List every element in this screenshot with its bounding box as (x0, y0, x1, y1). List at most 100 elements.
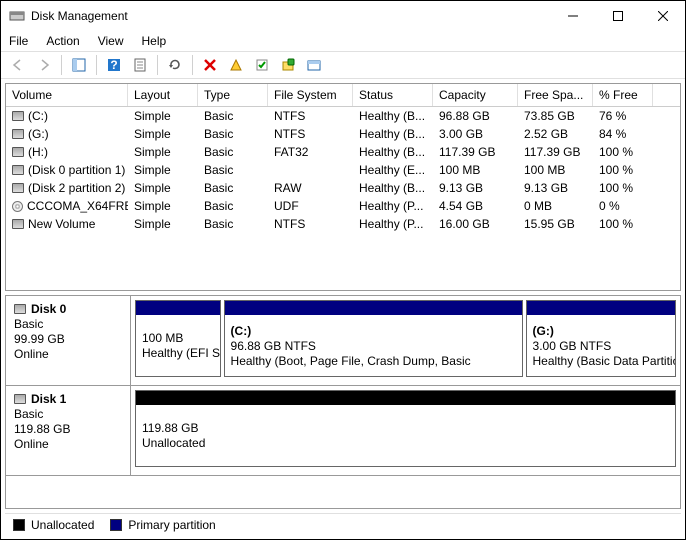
partition-size: 96.88 GB NTFS (231, 339, 516, 353)
partition-bar (225, 301, 522, 315)
partition[interactable]: (G:)3.00 GB NTFSHealthy (Basic Data Part… (526, 300, 676, 377)
volume-row[interactable]: (Disk 0 partition 1)SimpleBasicHealthy (… (6, 161, 680, 179)
volume-row[interactable]: New VolumeSimpleBasicNTFSHealthy (P...16… (6, 215, 680, 233)
menubar: File Action View Help (1, 31, 685, 51)
partition[interactable]: 119.88 GBUnallocated (135, 390, 676, 467)
menu-action[interactable]: Action (46, 34, 79, 48)
disk-name: Disk 1 (31, 392, 66, 406)
volume-row[interactable]: (G:)SimpleBasicNTFSHealthy (B...3.00 GB2… (6, 125, 680, 143)
cell: NTFS (268, 108, 353, 124)
volume-row[interactable]: CCCOMA_X64FRE...SimpleBasicUDFHealthy (P… (6, 197, 680, 215)
cell: Basic (198, 126, 268, 142)
forward-button[interactable] (33, 54, 55, 76)
delete-button[interactable] (199, 54, 221, 76)
cell: Simple (128, 198, 198, 214)
cell: 100 % (593, 162, 653, 178)
drive-icon (12, 129, 24, 139)
legend-label: Unallocated (31, 518, 94, 532)
cell: NTFS (268, 216, 353, 232)
partition-bar (527, 301, 675, 315)
cell: 100 % (593, 216, 653, 232)
cell: RAW (268, 180, 353, 196)
cell: 2.52 GB (518, 126, 593, 142)
dvd-icon (12, 201, 23, 212)
column-header[interactable]: File System (268, 84, 353, 106)
column-header[interactable]: % Free (593, 84, 653, 106)
action-button-1[interactable] (225, 54, 247, 76)
disk-icon (14, 394, 26, 404)
menu-help[interactable]: Help (142, 34, 167, 48)
partition[interactable]: (C:)96.88 GB NTFSHealthy (Boot, Page Fil… (224, 300, 523, 377)
disk-partitions: 119.88 GBUnallocated (131, 386, 680, 475)
drive-icon (12, 165, 24, 175)
minimize-button[interactable] (550, 1, 595, 31)
cell: Basic (198, 144, 268, 160)
refresh-button[interactable] (164, 54, 186, 76)
cell: 0 MB (518, 198, 593, 214)
cell: (G:) (6, 126, 128, 142)
titlebar: Disk Management (1, 1, 685, 31)
action-button-2[interactable] (251, 54, 273, 76)
cell: Basic (198, 198, 268, 214)
drive-icon (12, 183, 24, 193)
partition-bar (136, 391, 675, 405)
app-icon (9, 8, 25, 24)
disk-status: Online (14, 437, 122, 451)
action-button-3[interactable] (277, 54, 299, 76)
cell: 84 % (593, 126, 653, 142)
cell: 16.00 GB (433, 216, 518, 232)
cell: Healthy (P... (353, 198, 433, 214)
cell: 4.54 GB (433, 198, 518, 214)
disk-label[interactable]: Disk 1Basic119.88 GBOnline (6, 386, 131, 475)
cell: 100 MB (433, 162, 518, 178)
volume-row[interactable]: (Disk 2 partition 2)SimpleBasicRAWHealth… (6, 179, 680, 197)
cell: New Volume (6, 216, 128, 232)
cell: Simple (128, 108, 198, 124)
cell: 100 % (593, 180, 653, 196)
cell: Basic (198, 108, 268, 124)
cell (268, 162, 353, 178)
column-headers: VolumeLayoutTypeFile SystemStatusCapacit… (6, 84, 680, 107)
column-header[interactable]: Free Spa... (518, 84, 593, 106)
cell: (C:) (6, 108, 128, 124)
properties-button[interactable] (129, 54, 151, 76)
show-hide-console-tree-button[interactable] (68, 54, 90, 76)
disk-row: Disk 0Basic99.99 GBOnline100 MBHealthy (… (6, 296, 680, 386)
cell: 9.13 GB (518, 180, 593, 196)
cell: Simple (128, 126, 198, 142)
column-header[interactable]: Type (198, 84, 268, 106)
volume-row[interactable]: (H:)SimpleBasicFAT32Healthy (B...117.39 … (6, 143, 680, 161)
close-button[interactable] (640, 1, 685, 31)
action-button-4[interactable] (303, 54, 325, 76)
column-header[interactable]: Status (353, 84, 433, 106)
volume-rows: (C:)SimpleBasicNTFSHealthy (B...96.88 GB… (6, 107, 680, 290)
partition[interactable]: 100 MBHealthy (EFI Sys (135, 300, 221, 377)
cell: 15.95 GB (518, 216, 593, 232)
partition-title: (C:) (231, 324, 516, 338)
cell: (Disk 2 partition 2) (6, 180, 128, 196)
disk-label[interactable]: Disk 0Basic99.99 GBOnline (6, 296, 131, 385)
menu-view[interactable]: View (98, 34, 124, 48)
cell: 73.85 GB (518, 108, 593, 124)
partition-size: 100 MB (142, 331, 214, 345)
drive-icon (12, 111, 24, 121)
cell: UDF (268, 198, 353, 214)
cell: Healthy (B... (353, 108, 433, 124)
partition-size: 119.88 GB (142, 421, 669, 435)
cell: 9.13 GB (433, 180, 518, 196)
legend-swatch (110, 519, 122, 531)
column-header[interactable]: Volume (6, 84, 128, 106)
menu-file[interactable]: File (9, 34, 28, 48)
partition-title: (G:) (533, 324, 669, 338)
column-header[interactable]: Capacity (433, 84, 518, 106)
partition-size: 3.00 GB NTFS (533, 339, 669, 353)
cell: Basic (198, 216, 268, 232)
disk-type: Basic (14, 407, 122, 421)
maximize-button[interactable] (595, 1, 640, 31)
column-header[interactable]: Layout (128, 84, 198, 106)
disk-size: 119.88 GB (14, 422, 122, 436)
cell: CCCOMA_X64FRE... (6, 198, 128, 214)
help-button[interactable]: ? (103, 54, 125, 76)
back-button[interactable] (7, 54, 29, 76)
volume-row[interactable]: (C:)SimpleBasicNTFSHealthy (B...96.88 GB… (6, 107, 680, 125)
